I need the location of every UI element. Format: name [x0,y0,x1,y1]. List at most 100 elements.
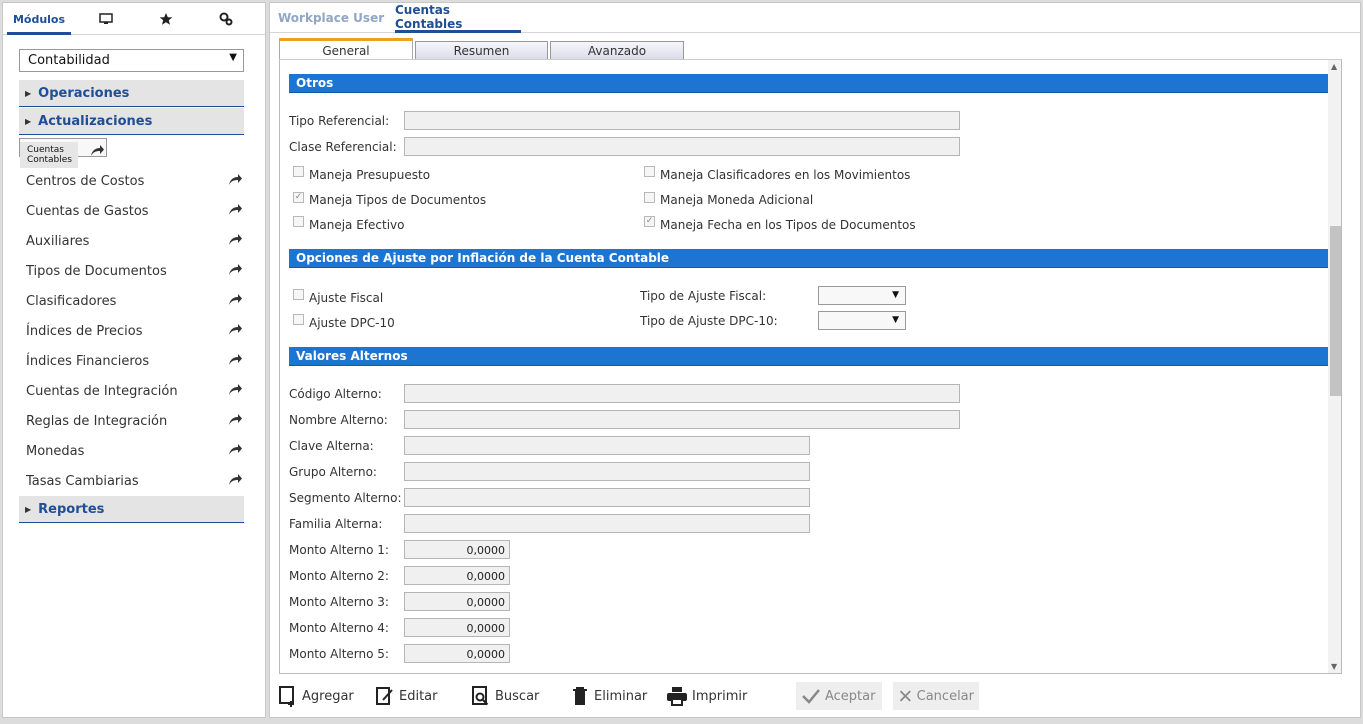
aceptar-button[interactable]: Aceptar [796,682,882,710]
sidebar-item[interactable]: Tasas Cambiarias [19,468,244,494]
section-label: Operaciones [38,85,130,101]
monto-alterno-4-input[interactable]: 0,0000 [404,618,510,637]
maneja-moneda-adicional-checkbox[interactable] [644,192,655,203]
scrollbar-thumb[interactable] [1330,226,1341,396]
monto-alterno-5-input[interactable]: 0,0000 [404,644,510,663]
scroll-down-icon[interactable]: ▼ [1331,662,1337,671]
sidebar-item-label: Índices de Precios [26,323,143,339]
sidebar-item-label: Cuentas Contables [20,142,78,168]
clave-alterna-input[interactable] [404,436,810,455]
sidebar-item[interactable]: Reglas de Integración [19,408,244,434]
segmento-alterno-input[interactable] [404,488,810,507]
imprimir-button[interactable]: Imprimir [666,682,747,710]
sidebar-item[interactable]: Auxiliares [19,228,244,254]
search-icon [472,686,489,706]
monto-alterno-4-label: Monto Alterno 4: [289,621,389,635]
sidebar-item[interactable]: Cuentas de Gastos [19,198,244,224]
module-select-value: Contabilidad [28,53,110,68]
tab-resumen[interactable]: Resumen [415,41,548,60]
sidebar-item[interactable]: Centros de Costos [19,168,244,194]
caret-right-icon: ▶ [25,116,32,126]
ajuste-dpc-checkbox[interactable] [293,314,304,325]
sidebar-item[interactable]: Índices de Precios [19,318,244,344]
section-otros: Otros [289,74,1340,93]
sidebar-item[interactable]: Tipos de Documentos [19,258,244,284]
imprimir-label: Imprimir [692,688,748,704]
maneja-efectivo-checkbox[interactable] [293,216,304,227]
maneja-presupuesto-checkbox[interactable] [293,166,304,177]
codigo-alterno-input[interactable] [404,384,960,403]
nombre-alterno-label: Nombre Alterno: [289,413,388,427]
maneja-clasificadores-label: Maneja Clasificadores en los Movimientos [660,168,911,182]
buscar-button[interactable]: Buscar [471,682,539,710]
grupo-alterno-input[interactable] [404,462,810,481]
maneja-tipos-documentos-checkbox[interactable]: ✓ [293,192,304,203]
editar-label: Editar [399,688,438,704]
form-area: Otros Tipo Referencial: Clase Referencia… [279,59,1342,674]
monto-alterno-5-label: Monto Alterno 5: [289,647,389,661]
tab-modulos[interactable]: Módulos [3,3,75,35]
share-arrow-icon [91,145,104,156]
cancelar-button[interactable]: Cancelar [893,682,979,710]
nombre-alterno-input[interactable] [404,410,960,429]
segmento-alterno-label: Segmento Alterno: [289,491,402,505]
module-select[interactable]: Contabilidad ▼ [19,49,244,72]
scroll-up-icon[interactable]: ▲ [1331,62,1337,71]
trash-icon [573,687,587,705]
share-arrow-icon [229,174,242,185]
maneja-tipos-documentos-label: Maneja Tipos de Documentos [309,193,487,207]
monto-alterno-3-label: Monto Alterno 3: [289,595,389,609]
maneja-fecha-tipos-label: Maneja Fecha en los Tipos de Documentos [660,218,916,232]
tab-cuentas-contables[interactable]: Cuentas Contables [395,3,521,33]
monto-alterno-3-input[interactable]: 0,0000 [404,592,510,611]
vertical-scrollbar[interactable]: ▲ ▼ [1328,60,1341,673]
gears-icon [219,12,233,26]
check-icon [802,689,820,704]
editar-button[interactable]: Editar [375,682,438,710]
eliminar-button[interactable]: Eliminar [570,682,647,710]
section-actualizaciones[interactable]: ▶ Actualizaciones [19,108,244,135]
sidebar-item[interactable]: Clasificadores [19,288,244,314]
tipo-referencial-input[interactable] [404,111,960,130]
eliminar-label: Eliminar [594,688,648,704]
sidebar-item-label: Tasas Cambiarias [26,473,139,489]
tab-settings[interactable] [195,3,257,35]
tipo-ajuste-dpc-select[interactable]: ▼ [818,311,906,330]
sidebar-item[interactable]: Monedas [19,438,244,464]
sidebar-item[interactable]: Cuentas de Integración [19,378,244,404]
monto-alterno-1-input[interactable]: 0,0000 [404,540,510,559]
familia-alterna-input[interactable] [404,514,810,533]
agregar-button[interactable]: Agregar [278,682,354,710]
tipo-ajuste-fiscal-select[interactable]: ▼ [818,286,906,305]
monitor-icon [99,13,113,24]
share-arrow-icon [229,444,242,455]
sidebar-item-label: Centros de Costos [26,173,145,189]
sidebar-item-label: Tipos de Documentos [26,263,167,279]
maneja-fecha-tipos-checkbox[interactable]: ✓ [644,216,655,227]
tab-general[interactable]: General [279,38,413,60]
tab-monitor[interactable] [75,3,137,35]
section-operaciones[interactable]: ▶ Operaciones [19,80,244,107]
close-icon [899,690,911,702]
section-ajuste-inflacion: Opciones de Ajuste por Inflación de la C… [289,249,1340,268]
sidebar-item[interactable]: Índices Financieros [19,348,244,374]
sidebar-item[interactable]: Cuentas Contables [19,138,107,168]
tab-workplace-user[interactable]: Workplace User [278,3,384,33]
clase-referencial-input[interactable] [404,137,960,156]
tab-avanzado[interactable]: Avanzado [550,41,684,60]
star-icon [159,13,173,25]
edit-icon [376,687,393,705]
maneja-efectivo-label: Maneja Efectivo [309,218,405,232]
sidebar-item-label: Cuentas de Integración [26,383,178,399]
tipo-ajuste-fiscal-label: Tipo de Ajuste Fiscal: [640,289,767,303]
maneja-clasificadores-checkbox[interactable] [644,166,655,177]
monto-alterno-2-input[interactable]: 0,0000 [404,566,510,585]
ajuste-fiscal-checkbox[interactable] [293,289,304,300]
tab-favorites[interactable] [137,3,195,35]
section-reportes[interactable]: ▶ Reportes [19,496,244,523]
share-arrow-icon [229,414,242,425]
aceptar-label: Aceptar [825,688,876,704]
share-arrow-icon [229,294,242,305]
section-valores-alternos: Valores Alternos [289,347,1340,366]
share-arrow-icon [229,474,242,485]
